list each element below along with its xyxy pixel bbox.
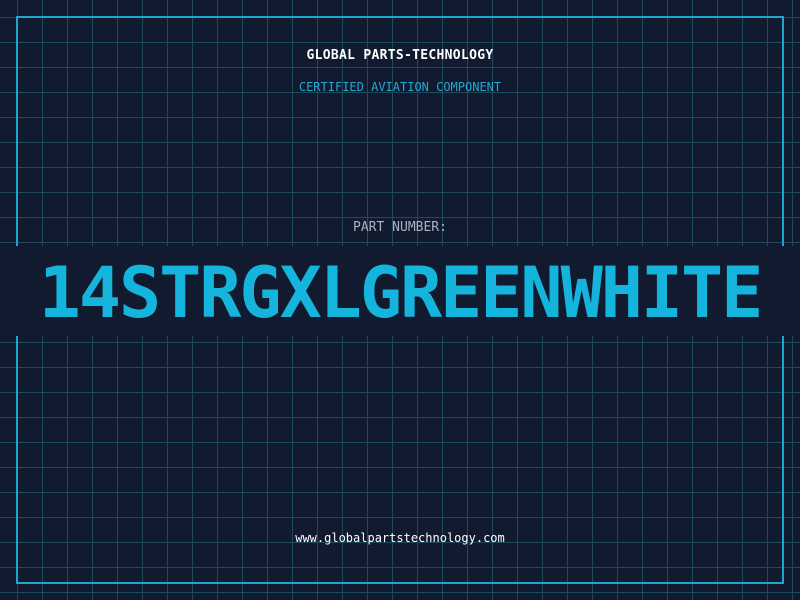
website-url[interactable]: www.globalpartstechnology.com bbox=[0, 531, 800, 545]
certificate-card: GLOBAL PARTS-TECHNOLOGY CERTIFIED AVIATI… bbox=[0, 0, 800, 600]
company-name: GLOBAL PARTS-TECHNOLOGY bbox=[306, 48, 494, 63]
certification-tagline: CERTIFIED AVIATION COMPONENT bbox=[298, 80, 502, 94]
part-number-value: 14STRGXLGREENWHITE bbox=[38, 252, 764, 334]
part-number-label: PART NUMBER: bbox=[353, 220, 447, 235]
